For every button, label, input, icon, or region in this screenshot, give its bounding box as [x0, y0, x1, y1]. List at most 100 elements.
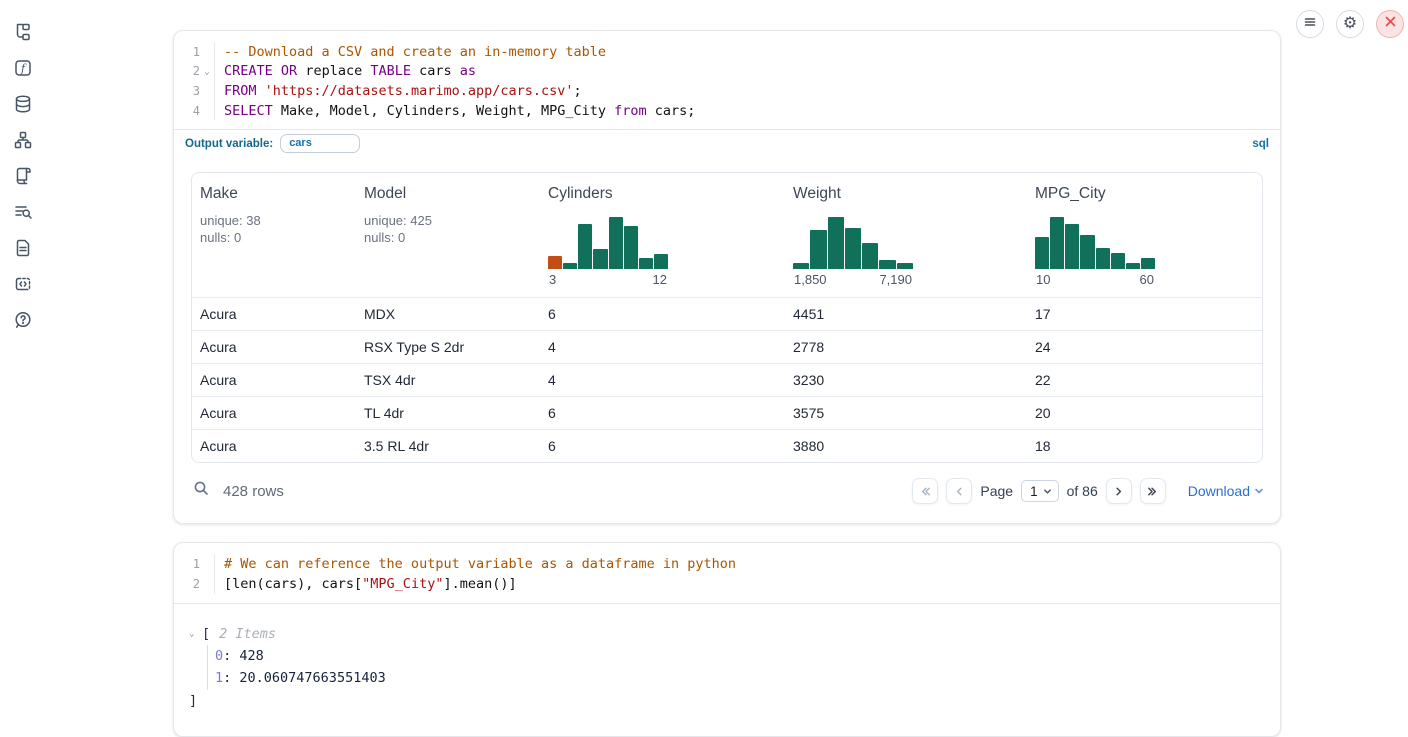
next-page-button[interactable] — [1106, 478, 1132, 504]
logs-icon[interactable] — [13, 201, 34, 222]
list-header[interactable]: ⌄ [ 2 Items — [189, 623, 1264, 645]
sql-code-editor[interactable]: 1-- Download a CSV and create an in-memo… — [174, 31, 1280, 129]
code-token: [len(cars), cars[ — [224, 576, 362, 592]
fold-indicator — [200, 583, 214, 585]
histogram-max-label: 7,190 — [879, 272, 912, 287]
code-line: 3 FROM 'https://datasets.marimo.app/cars.… — [174, 81, 1280, 101]
line-number: 1 — [174, 557, 200, 571]
line-number: 3 — [174, 84, 200, 98]
notebook: 1 -- Download a CSV and create an in-memo… — [173, 30, 1281, 737]
histogram-bar[interactable] — [1141, 258, 1155, 269]
column-histogram: 312 — [548, 217, 668, 287]
first-page-button[interactable] — [912, 478, 938, 504]
double-chevron-left-icon — [919, 485, 932, 498]
column-header-weight[interactable]: Weight 1,850 7,190 — [785, 173, 1027, 297]
sidebar: f — [10, 21, 36, 330]
column-histogram: 1,850 7,190 — [793, 217, 913, 287]
sql-cell: 1 -- Download a CSV and create an in-memo… — [173, 30, 1281, 524]
table-cell: 4 — [540, 364, 785, 396]
histogram-bar[interactable] — [548, 256, 562, 269]
histogram-bar[interactable] — [1035, 237, 1049, 269]
page-select[interactable]: 1 — [1021, 480, 1059, 502]
histogram-bar[interactable] — [793, 263, 809, 270]
fold-indicator[interactable]: ⌄ — [200, 66, 214, 77]
fold-indicator — [200, 51, 214, 53]
table-body: AcuraMDX6445117AcuraRSX Type S 2dr427782… — [192, 297, 1262, 462]
histogram-bars — [793, 217, 913, 269]
table-cell: 3.5 RL 4dr — [356, 430, 540, 462]
download-button[interactable]: Download — [1188, 483, 1264, 499]
fold-indicator — [200, 90, 214, 92]
histogram-bar[interactable] — [879, 260, 895, 270]
output-variable-input[interactable]: cars — [280, 134, 360, 153]
column-header-model[interactable]: Model unique: 425nulls: 0 — [356, 173, 540, 297]
histogram-bar[interactable] — [1065, 224, 1079, 270]
stat-line: nulls: 0 — [364, 229, 530, 246]
table-cell: 6 — [540, 397, 785, 429]
histogram-bar[interactable] — [897, 263, 913, 270]
code-line: 2[len(cars), cars["MPG_City"].mean()] — [174, 574, 1280, 594]
notebook-menu-button[interactable] — [1296, 10, 1324, 38]
stat-line: unique: 38 — [200, 212, 346, 229]
table-cell: 17 — [1027, 298, 1262, 330]
histogram-bar[interactable] — [1111, 253, 1125, 269]
search-icon[interactable] — [193, 480, 210, 502]
data-sources-icon[interactable] — [13, 93, 34, 114]
histogram-bar[interactable] — [593, 249, 607, 270]
code-text: # We can reference the output variable a… — [214, 554, 1280, 574]
histogram-bar[interactable] — [828, 217, 844, 269]
histogram-min-label: 3 — [549, 272, 556, 287]
table-cell: 2778 — [785, 331, 1027, 363]
column-stats: unique: 425nulls: 0 — [364, 212, 530, 246]
histogram-bar[interactable] — [1096, 248, 1110, 270]
column-title: Model — [364, 185, 530, 203]
variables-icon[interactable]: f — [13, 57, 34, 78]
histogram-bar[interactable] — [810, 230, 826, 269]
code-text: -- Download a CSV and create an in-memor… — [214, 42, 1280, 62]
last-page-button[interactable] — [1140, 478, 1166, 504]
dependency-graph-icon[interactable] — [13, 129, 34, 150]
close-bracket: ] — [189, 690, 1264, 712]
histogram-bar[interactable] — [862, 243, 878, 269]
histogram-bar[interactable] — [1050, 217, 1064, 269]
table-cell: MDX — [356, 298, 540, 330]
histogram-bar[interactable] — [845, 228, 861, 269]
table-cell: 6 — [540, 298, 785, 330]
histogram-bar[interactable] — [624, 226, 638, 269]
histogram-bar[interactable] — [563, 263, 577, 270]
column-header-cylinders[interactable]: Cylinders312 — [540, 173, 785, 297]
table-cell: 3230 — [785, 364, 1027, 396]
histogram-bar[interactable] — [654, 254, 668, 269]
settings-button[interactable]: ⚙ — [1336, 10, 1364, 38]
histogram-min-label: 1,850 — [794, 272, 827, 287]
snippets-icon[interactable] — [13, 273, 34, 294]
output-panel: ⌄ [ 2 Items 0: 4281: 20.060747663551403 … — [174, 604, 1280, 736]
histogram-bars — [548, 217, 668, 269]
column-header-make[interactable]: Makeunique: 38nulls: 0 — [192, 173, 356, 297]
histogram-bar[interactable] — [578, 224, 592, 270]
code-text: FROM 'https://datasets.marimo.app/cars.c… — [214, 81, 1280, 101]
file-explorer-icon[interactable] — [13, 21, 34, 42]
shutdown-button[interactable] — [1376, 10, 1404, 38]
code-text: [len(cars), cars["MPG_City"].mean()] — [214, 574, 1280, 594]
code-text: CREATE OR replace TABLE cars as — [214, 62, 1280, 82]
histogram-bar[interactable] — [639, 258, 653, 269]
line-number: 2 — [174, 64, 200, 78]
prev-page-button[interactable] — [946, 478, 972, 504]
histogram-bar[interactable] — [609, 217, 623, 269]
scratchpad-icon[interactable] — [13, 165, 34, 186]
histogram-bar[interactable] — [1080, 235, 1094, 270]
column-title: Weight — [793, 185, 1017, 203]
page-label: Page — [980, 483, 1013, 499]
code-token: from — [614, 103, 647, 119]
code-token — [273, 63, 281, 79]
collapse-chevron-icon[interactable]: ⌄ — [189, 629, 202, 639]
python-code-editor[interactable]: 1 # We can reference the output variable … — [174, 543, 1280, 603]
table-header-row: Makeunique: 38nulls: 0 Model unique: 425nu… — [192, 173, 1262, 297]
documentation-icon[interactable] — [13, 237, 34, 258]
histogram-bar[interactable] — [1126, 263, 1140, 270]
svg-text:f: f — [20, 62, 27, 75]
column-header-mpg_city[interactable]: MPG_City1060 — [1027, 173, 1262, 297]
table-cell: 3880 — [785, 430, 1027, 462]
help-icon[interactable] — [13, 309, 34, 330]
